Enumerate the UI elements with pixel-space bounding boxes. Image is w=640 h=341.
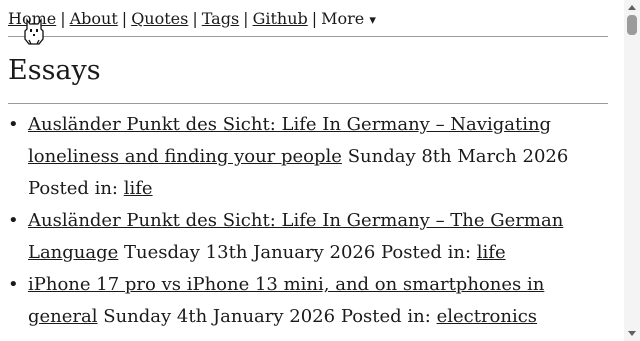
nav-github-link[interactable]: Github [253, 9, 308, 28]
pixel-mascot-cursor-icon [24, 18, 44, 45]
post-date: Sunday 8th March 2026 [347, 146, 569, 167]
nav-more-label: More [321, 9, 365, 28]
scrollbar-thumb[interactable] [627, 15, 637, 35]
post-tag-link[interactable]: life [124, 178, 153, 199]
nav-separator: | [243, 9, 249, 28]
nav-about-link[interactable]: About [70, 9, 118, 28]
post-tag-link[interactable]: electronics [437, 306, 538, 327]
list-item: • iPhone 17 pro vs iPhone 13 mini, and o… [8, 269, 608, 333]
nav-more-menu[interactable]: More ▾ [321, 9, 376, 28]
vertical-scrollbar[interactable] [624, 0, 640, 341]
nav-quotes-link[interactable]: Quotes [131, 9, 188, 28]
nav-separator: | [192, 9, 198, 28]
nav-tags-link[interactable]: Tags [202, 9, 239, 28]
bullet-icon: • [8, 114, 19, 135]
page: Home | About | Quotes | Tags | Github | More ▾ Ess… [8, 0, 608, 333]
scroll-down-arrow-icon[interactable] [628, 331, 636, 336]
post-date: Tuesday 13th January 2026 [124, 242, 376, 263]
chevron-down-icon: ▾ [369, 13, 376, 28]
list-item: • Ausländer Punkt des Sicht: Life In Ger… [8, 109, 608, 205]
list-item: • Ausländer Punkt des Sicht: Life In Ger… [8, 205, 608, 269]
page-title: Essays [8, 37, 608, 104]
posted-in-label: Posted in: [28, 178, 118, 199]
scroll-up-arrow-icon[interactable] [628, 5, 636, 10]
posted-in-label: Posted in: [381, 242, 472, 263]
posted-in-label: Posted in: [340, 306, 431, 327]
nav-separator: | [60, 9, 66, 28]
post-tag-link[interactable]: life [477, 242, 506, 263]
post-date: Sunday 4th January 2026 [103, 306, 336, 327]
bullet-icon: • [8, 210, 19, 231]
bullet-icon: • [8, 274, 19, 295]
top-nav: Home | About | Quotes | Tags | Github | More ▾ [8, 0, 608, 37]
nav-separator: | [311, 9, 318, 28]
post-list: • Ausländer Punkt des Sicht: Life In Ger… [8, 109, 608, 333]
nav-separator: | [121, 9, 128, 28]
